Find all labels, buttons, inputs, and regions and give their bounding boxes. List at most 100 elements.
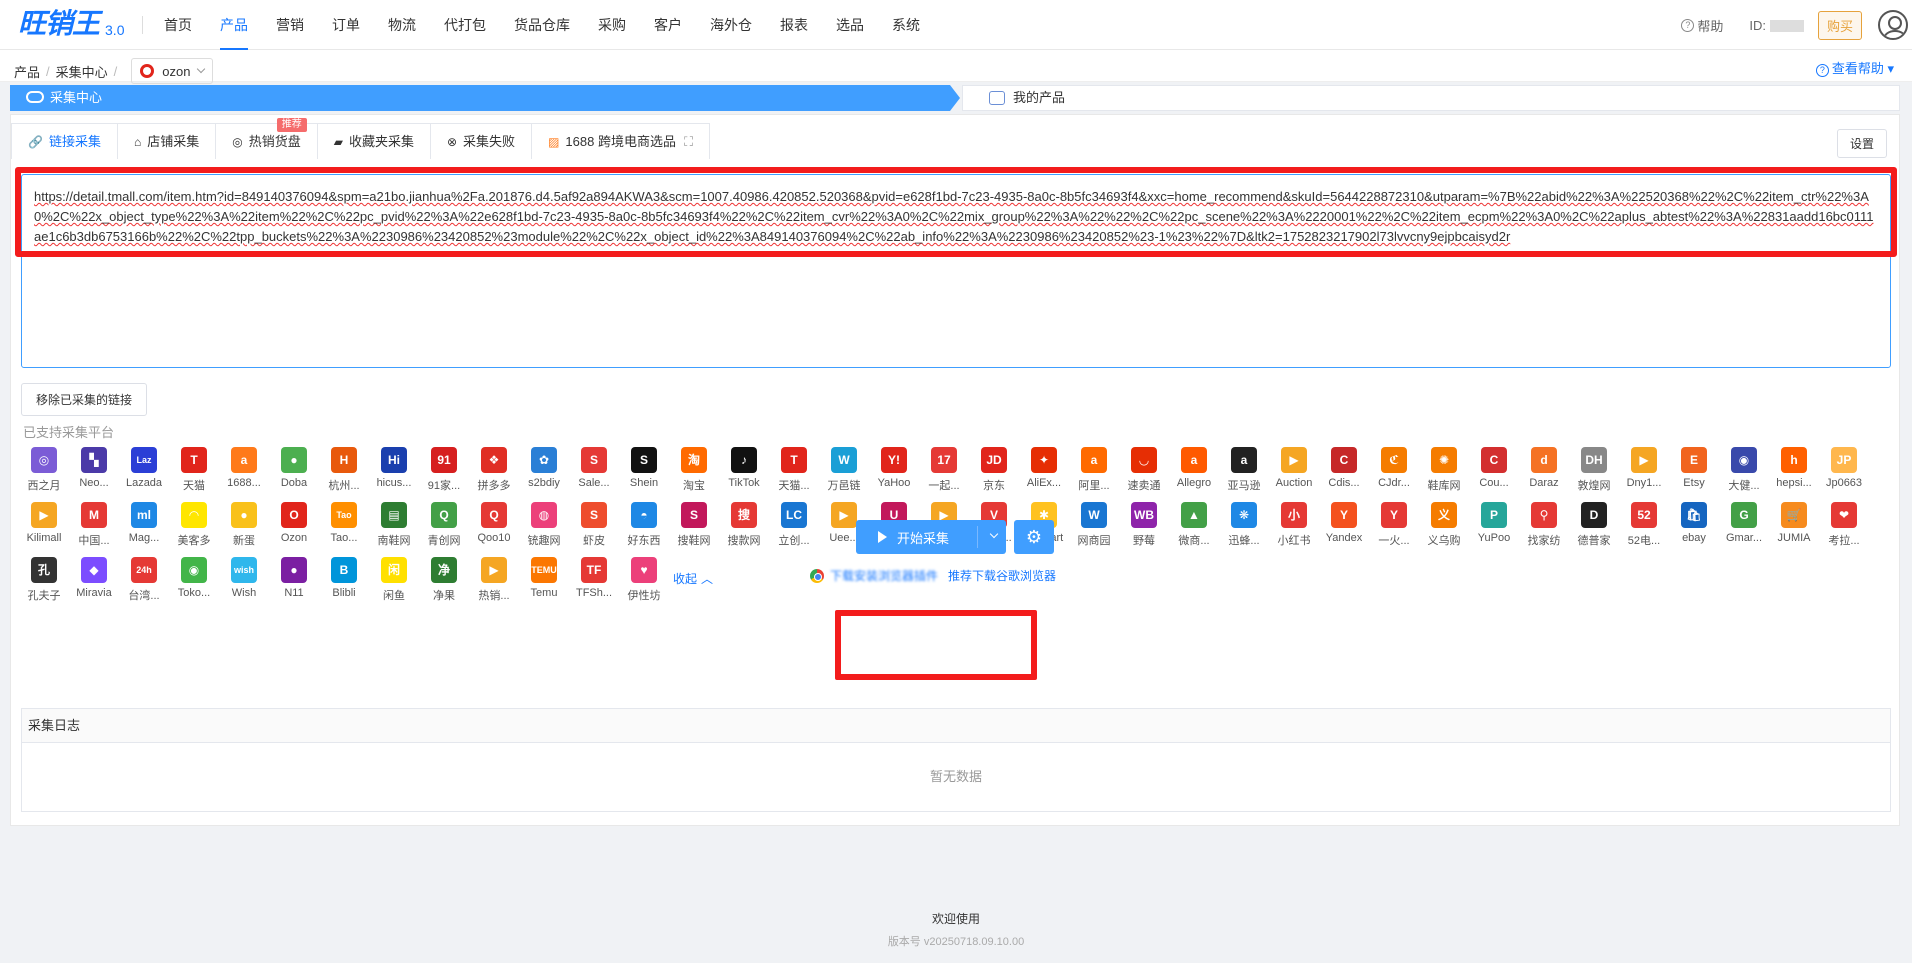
nav-item[interactable]: 营销 xyxy=(262,0,318,50)
platform-item[interactable]: 17 一起... xyxy=(919,447,969,502)
platform-item[interactable]: C Cdis... xyxy=(1319,447,1369,502)
url-input[interactable]: https://detail.tmall.com/item.htm?id=849… xyxy=(21,174,1891,368)
platform-select[interactable]: ozon xyxy=(131,58,214,84)
platform-item[interactable]: wish Wish xyxy=(219,557,269,612)
platform-item[interactable]: a 亚马逊 xyxy=(1219,447,1269,502)
platform-item[interactable]: a 阿里... xyxy=(1069,447,1119,502)
platform-item[interactable]: Y Yandex xyxy=(1319,502,1369,557)
platform-item[interactable]: ◠ 美客多 xyxy=(169,502,219,557)
platform-item[interactable]: ❋ 迅蜂... xyxy=(1219,502,1269,557)
platform-item[interactable]: ▲ 微商... xyxy=(1169,502,1219,557)
platform-item[interactable]: S 虾皮 xyxy=(569,502,619,557)
tab-item[interactable]: ◎ 热销货盘 推荐 xyxy=(215,118,318,159)
collapse-toggle[interactable]: 收起 ︿ xyxy=(669,565,713,591)
platform-item[interactable]: ❤ 考拉... xyxy=(1819,502,1869,557)
tab-item[interactable]: ▰ 收藏夹采集 xyxy=(316,123,431,159)
platform-item[interactable]: 淘淘宝 xyxy=(669,447,719,502)
platform-item[interactable]: S 搜鞋网 xyxy=(669,502,719,557)
breadcrumb-product[interactable]: 产品 xyxy=(14,62,40,81)
platform-item[interactable]: B Blibli xyxy=(319,557,369,612)
app-logo[interactable]: 旺销王 3.0 xyxy=(18,7,124,42)
platform-item[interactable]: ◉ Toko... xyxy=(169,557,219,612)
platform-item[interactable]: ▶ Kilimall xyxy=(19,502,69,557)
platform-item[interactable]: Q 青创网 xyxy=(419,502,469,557)
download-chrome-link[interactable]: 推荐下载谷歌浏览器 xyxy=(948,567,1056,584)
remove-collected-links-button[interactable]: 移除已采集的链接 xyxy=(21,383,148,416)
platform-item[interactable]: LC 立创... xyxy=(769,502,819,557)
platform-item[interactable]: ✺ 鞋库网 xyxy=(1419,447,1469,502)
install-plugin-link[interactable]: 下载安装浏览器插件 xyxy=(830,567,938,584)
nav-item[interactable]: 系统 xyxy=(878,0,934,50)
platform-item[interactable]: DH 敦煌网 xyxy=(1569,447,1619,502)
platform-item[interactable]: C Cou... xyxy=(1469,447,1519,502)
nav-item[interactable]: 产品 xyxy=(206,0,262,50)
nav-item[interactable]: 客户 xyxy=(640,0,696,50)
platform-item[interactable]: JP Jp0663 xyxy=(1819,447,1869,502)
platform-item[interactable]: 搜搜款网 xyxy=(719,502,769,557)
platform-item[interactable]: 小小红书 xyxy=(1269,502,1319,557)
platform-item[interactable]: TEMU Temu xyxy=(519,557,569,612)
platform-item[interactable]: Tao Tao... xyxy=(319,502,369,557)
platform-item[interactable]: a 1688... xyxy=(219,447,269,502)
platform-item[interactable]: JD 京东 xyxy=(969,447,1019,502)
tab-item[interactable]: ⌂ 店铺采集 xyxy=(116,123,217,159)
platform-item[interactable]: M 中国... xyxy=(69,502,119,557)
platform-item[interactable]: d Daraz xyxy=(1519,447,1569,502)
tab-item[interactable]: ▨ 1688 跨境电商选品 ⛶ xyxy=(531,123,711,160)
platform-item[interactable]: H 杭州... xyxy=(319,447,369,502)
nav-item[interactable]: 订单 xyxy=(318,0,374,50)
platform-item[interactable]: 🛒 JUMIA xyxy=(1769,502,1819,557)
step-my-products[interactable]: 我的产品 xyxy=(962,85,1900,111)
platform-item[interactable]: 52 52电... xyxy=(1619,502,1669,557)
platform-item[interactable]: ◉ 大健... xyxy=(1719,447,1769,502)
platform-item[interactable]: TF TFSh... xyxy=(569,557,619,612)
platform-item[interactable]: ● Doba xyxy=(269,447,319,502)
nav-item[interactable]: 货品仓库 xyxy=(500,0,584,50)
platform-item[interactable]: ● 新蛋 xyxy=(219,502,269,557)
tab-item[interactable]: ⊗ 采集失败 xyxy=(429,123,533,159)
platform-item[interactable]: ⚲ 找家纺 xyxy=(1519,502,1569,557)
nav-item[interactable]: 海外仓 xyxy=(696,0,766,50)
platform-item[interactable]: ▶ Auction xyxy=(1269,447,1319,502)
nav-item[interactable]: 首页 xyxy=(150,0,206,50)
platform-item[interactable]: T 天猫 xyxy=(169,447,219,502)
platform-item[interactable]: O Ozon xyxy=(269,502,319,557)
platform-item[interactable]: ◓ 好东西 xyxy=(619,502,669,557)
nav-item[interactable]: 采购 xyxy=(584,0,640,50)
platform-item[interactable]: 闲闲鱼 xyxy=(369,557,419,612)
platform-item[interactable]: G Gmar... xyxy=(1719,502,1769,557)
platform-item[interactable]: Hi hicus... xyxy=(369,447,419,502)
nav-item[interactable]: 物流 xyxy=(374,0,430,50)
step-collect-center[interactable]: 采集中心 xyxy=(10,85,960,111)
platform-item[interactable]: ▤ 南鞋网 xyxy=(369,502,419,557)
platform-item[interactable]: ● N11 xyxy=(269,557,319,612)
nav-item[interactable]: 选品 xyxy=(822,0,878,50)
tab-item[interactable]: 🔗 链接采集 xyxy=(11,123,118,159)
platform-item[interactable]: ✦ AliEx... xyxy=(1019,447,1069,502)
collect-settings-button[interactable]: ⚙ xyxy=(1014,520,1054,554)
platform-item[interactable]: Y! YaHoo xyxy=(869,447,919,502)
platform-item[interactable]: ❖ 拼多多 xyxy=(469,447,519,502)
platform-item[interactable]: ◍ 铳趣网 xyxy=(519,502,569,557)
platform-item[interactable]: ♥ 伊性坊 xyxy=(619,557,669,612)
nav-item[interactable]: 代打包 xyxy=(430,0,500,50)
platform-item[interactable]: S Sale... xyxy=(569,447,619,502)
platform-item[interactable]: a Allegro xyxy=(1169,447,1219,502)
help-link[interactable]: ? 帮助 xyxy=(1681,16,1723,35)
fullscreen-icon[interactable]: ⛶ xyxy=(684,124,693,160)
platform-item[interactable]: ▶ 热销... xyxy=(469,557,519,612)
platform-item[interactable]: ◡ 速卖通 xyxy=(1119,447,1169,502)
platform-item[interactable]: ♪ TikTok xyxy=(719,447,769,502)
platform-item[interactable]: ℭ CJdr... xyxy=(1369,447,1419,502)
platform-item[interactable]: 24h 台湾... xyxy=(119,557,169,612)
platform-item[interactable]: ◆ Miravia xyxy=(69,557,119,612)
view-help-link[interactable]: ? 查看帮助 ▾ xyxy=(1815,58,1894,77)
platform-item[interactable]: S Shein xyxy=(619,447,669,502)
platform-item[interactable]: 91 91家... xyxy=(419,447,469,502)
platform-item[interactable]: ml Mag... xyxy=(119,502,169,557)
platform-item[interactable]: 孔孔夫子 xyxy=(19,557,69,612)
platform-item[interactable]: W 万邑链 xyxy=(819,447,869,502)
platform-item[interactable]: 净净果 xyxy=(419,557,469,612)
platform-item[interactable]: ◎ 西之月 xyxy=(19,447,69,502)
platform-item[interactable]: E Etsy xyxy=(1669,447,1719,502)
